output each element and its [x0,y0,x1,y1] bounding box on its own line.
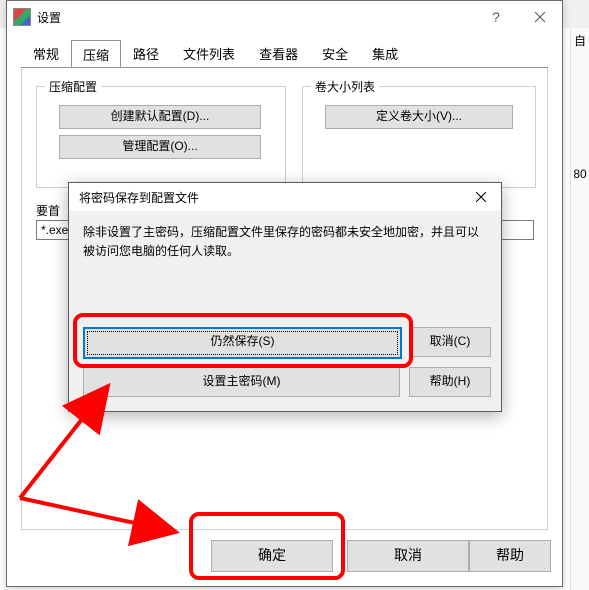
bg-side-label: 自 [571,28,589,53]
dialog-cancel-button[interactable]: 取消(C) [409,327,491,357]
help-icon[interactable]: ? [474,3,518,31]
save-password-dialog: 将密码保存到配置文件 除非设置了主密码，压缩配置文件里保存的密码都未安全地加密，… [68,182,502,412]
background-sidebar: 自 80 [570,28,589,590]
group-compression-profiles: 压缩配置 创建默认配置(D)... 管理配置(O)... [36,86,286,188]
dialog-button-bar: 确定 取消 帮助 [7,536,562,576]
still-save-button[interactable]: 仍然保存(S) [83,327,402,359]
dialog-help-button[interactable]: 帮助(H) [409,367,491,397]
dialog-text: 除非设置了主密码，压缩配置文件里保存的密码都未安全地加密，并且可以被访问您电脑的… [83,223,487,261]
tab-integration[interactable]: 集成 [360,39,410,67]
tab-viewer[interactable]: 查看器 [247,39,310,67]
create-default-button[interactable]: 创建默认配置(D)... [59,105,261,129]
dialog-title: 将密码保存到配置文件 [69,189,461,206]
tab-paths[interactable]: 路径 [121,39,171,67]
group-volume-sizes: 卷大小列表 定义卷大小(V)... [302,86,536,188]
window-title: 设置 [37,9,474,26]
dialog-titlebar: 将密码保存到配置文件 [69,183,501,211]
group-title: 压缩配置 [45,78,101,95]
define-volume-button[interactable]: 定义卷大小(V)... [325,105,513,129]
app-icon [13,8,31,26]
bg-side-label: 80 [571,163,589,185]
ok-button[interactable]: 确定 [211,540,333,572]
tab-security[interactable]: 安全 [310,39,360,67]
group-title: 卷大小列表 [311,78,379,95]
close-icon[interactable] [518,3,562,31]
titlebar: 设置 ? [7,1,562,33]
tab-general[interactable]: 常规 [21,39,71,67]
tab-compression[interactable]: 压缩 [71,40,121,68]
cancel-button[interactable]: 取消 [347,540,469,572]
manage-profiles-button[interactable]: 管理配置(O)... [59,135,261,159]
close-icon[interactable] [461,184,501,210]
help-button[interactable]: 帮助 [469,540,551,572]
tab-filelist[interactable]: 文件列表 [171,39,247,67]
tab-bar: 常规 压缩 路径 文件列表 查看器 安全 集成 [21,41,562,67]
set-master-password-button[interactable]: 设置主密码(M) [83,367,400,397]
